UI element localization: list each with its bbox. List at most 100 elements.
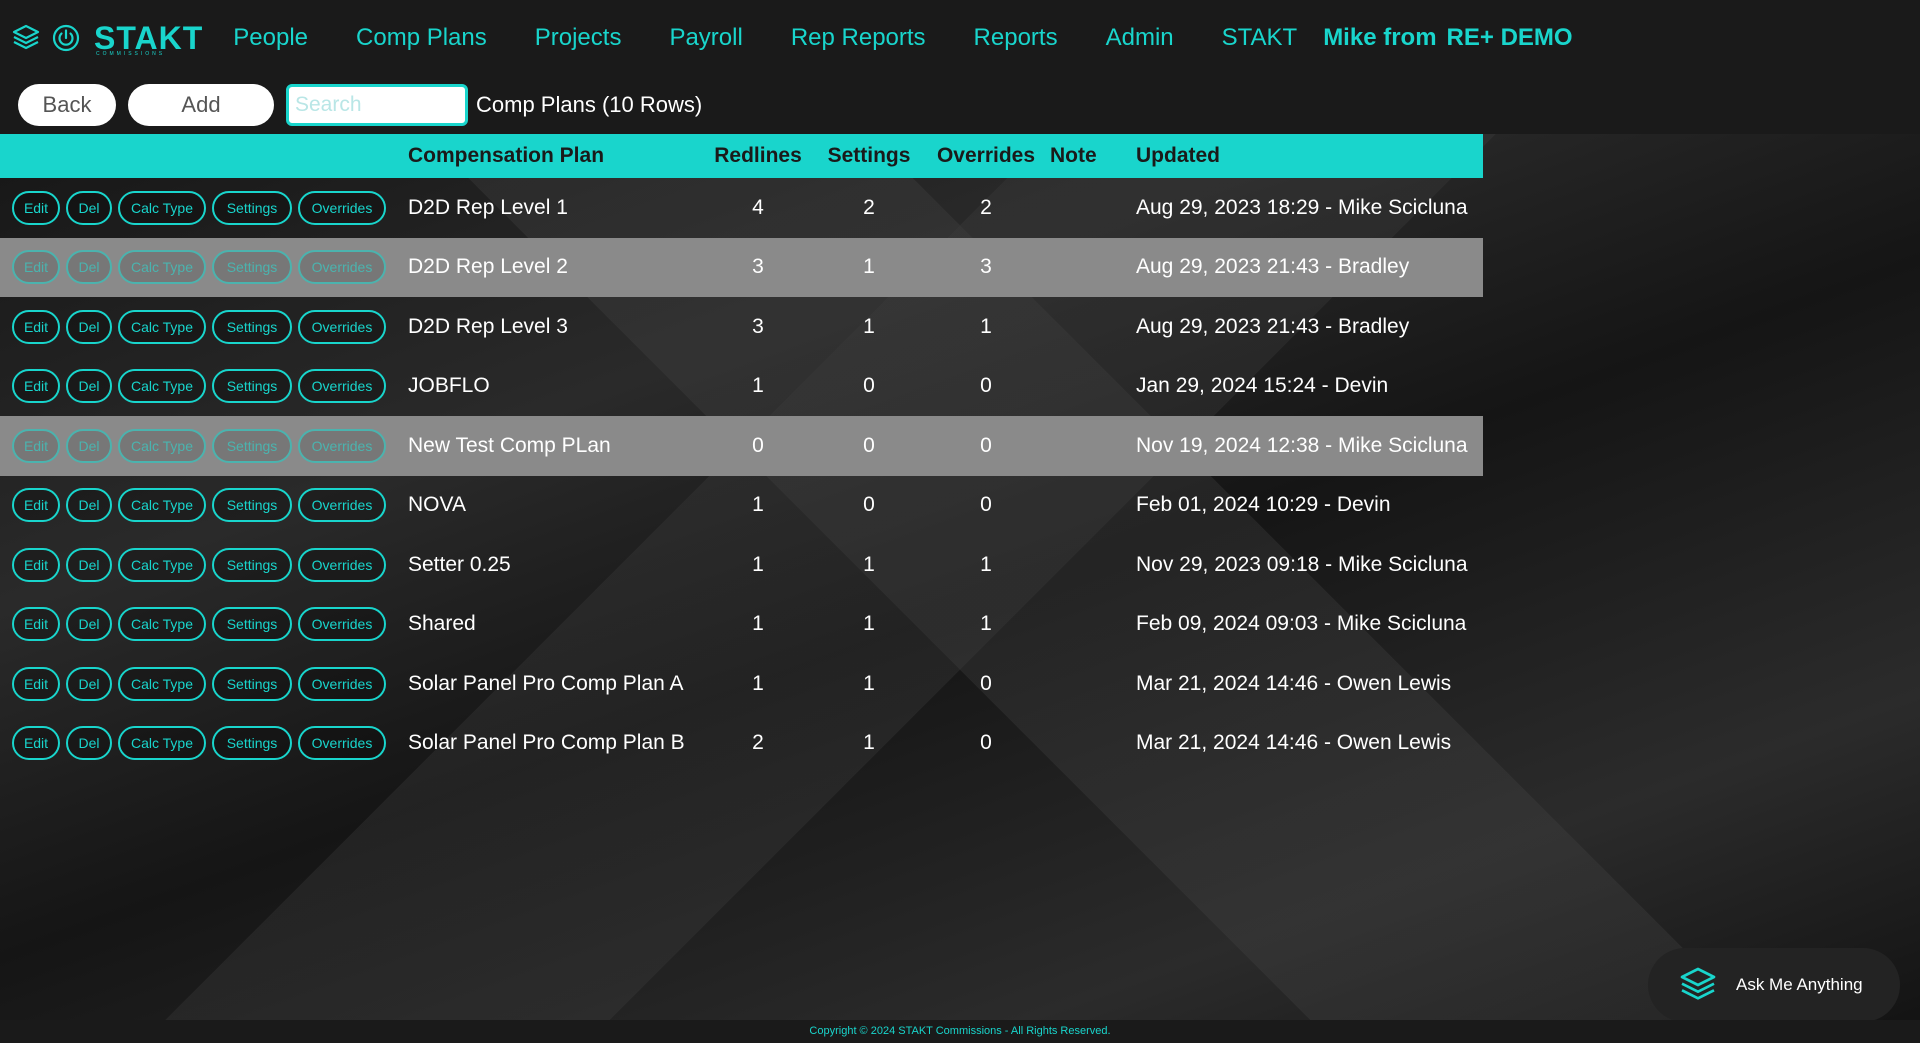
edit-button[interactable]: Edit xyxy=(12,726,60,761)
table-row[interactable]: Edit Del Calc Type Settings Overrides New Tes… xyxy=(0,416,1483,476)
delete-button[interactable]: Del xyxy=(66,607,112,642)
cell-redlines: 1 xyxy=(752,671,764,695)
add-button[interactable]: Add xyxy=(128,84,274,126)
calc-type-button[interactable]: Calc Type xyxy=(118,607,206,642)
calc-type-button[interactable]: Calc Type xyxy=(118,428,206,463)
table-row[interactable]: Edit Del Calc Type Settings Overrides NOVA 1 0 0… xyxy=(0,476,1483,536)
cell-updated: Nov 29, 2023 09:18 - Mike Scicluna xyxy=(1136,552,1468,576)
cell-settings: 0 xyxy=(863,433,875,457)
search-input[interactable] xyxy=(286,84,468,126)
delete-button[interactable]: Del xyxy=(66,726,112,761)
column-header-updated[interactable]: Updated xyxy=(1132,144,1483,168)
row-actions: Edit Del Calc Type Settings Overrides xyxy=(0,369,408,404)
cell-redlines: 2 xyxy=(752,731,764,755)
cell-updated: Nov 19, 2024 12:38 - Mike Scicluna xyxy=(1136,433,1468,457)
nav-people[interactable]: People xyxy=(233,24,308,52)
edit-button[interactable]: Edit xyxy=(12,607,60,642)
settings-button[interactable]: Settings xyxy=(212,190,292,225)
brand: STAKT COMMISSIONS xyxy=(10,0,233,76)
edit-button[interactable]: Edit xyxy=(12,250,60,285)
overrides-button[interactable]: Overrides xyxy=(298,190,386,225)
cell-updated: Aug 29, 2023 21:43 - Bradley xyxy=(1136,314,1410,338)
calc-type-button[interactable]: Calc Type xyxy=(118,726,206,761)
stack-layers-icon[interactable] xyxy=(10,22,42,54)
cell-plan: JOBFLO xyxy=(408,374,490,398)
calc-type-button[interactable]: Calc Type xyxy=(118,666,206,701)
calc-type-button[interactable]: Calc Type xyxy=(118,369,206,404)
delete-button[interactable]: Del xyxy=(66,190,112,225)
settings-button[interactable]: Settings xyxy=(212,607,292,642)
overrides-button[interactable]: Overrides xyxy=(298,607,386,642)
cell-plan: D2D Rep Level 1 xyxy=(408,195,568,219)
overrides-button[interactable]: Overrides xyxy=(298,250,386,285)
overrides-button[interactable]: Overrides xyxy=(298,428,386,463)
delete-button[interactable]: Del xyxy=(66,428,112,463)
edit-button[interactable]: Edit xyxy=(12,488,60,523)
table-row[interactable]: Edit Del Calc Type Settings Overrides JOBFLO 1… xyxy=(0,357,1483,417)
overrides-button[interactable]: Overrides xyxy=(298,547,386,582)
row-actions: Edit Del Calc Type Settings Overrides xyxy=(0,488,408,523)
column-header-redlines[interactable]: Redlines xyxy=(708,144,808,168)
delete-button[interactable]: Del xyxy=(66,250,112,285)
settings-button[interactable]: Settings xyxy=(212,488,292,523)
ask-me-anything-button[interactable]: Ask Me Anything xyxy=(1648,948,1900,1022)
delete-button[interactable]: Del xyxy=(66,547,112,582)
delete-button[interactable]: Del xyxy=(66,309,112,344)
calc-type-button[interactable]: Calc Type xyxy=(118,250,206,285)
edit-button[interactable]: Edit xyxy=(12,666,60,701)
comp-plans-table: Compensation Plan Redlines Settings Over… xyxy=(0,134,1483,773)
overrides-button[interactable]: Overrides xyxy=(298,488,386,523)
calc-type-button[interactable]: Calc Type xyxy=(118,190,206,225)
column-header-overrides[interactable]: Overrides xyxy=(930,144,1042,168)
calc-type-button[interactable]: Calc Type xyxy=(118,547,206,582)
table-row[interactable]: Edit Del Calc Type Settings Overrides D2D Rep… xyxy=(0,237,1483,297)
logo[interactable]: STAKT COMMISSIONS xyxy=(94,22,203,57)
table-row[interactable]: Edit Del Calc Type Settings Overrides Solar P… xyxy=(0,654,1483,714)
nav-stakt[interactable]: STAKT xyxy=(1222,24,1298,52)
settings-button[interactable]: Settings xyxy=(212,369,292,404)
settings-button[interactable]: Settings xyxy=(212,547,292,582)
power-icon[interactable] xyxy=(50,22,82,54)
settings-button[interactable]: Settings xyxy=(212,309,292,344)
column-header-plan[interactable]: Compensation Plan xyxy=(408,144,708,168)
nav-reports[interactable]: Reports xyxy=(974,24,1058,52)
nav-comp-plans[interactable]: Comp Plans xyxy=(356,24,487,52)
nav-payroll[interactable]: Payroll xyxy=(669,24,742,52)
calc-type-button[interactable]: Calc Type xyxy=(118,488,206,523)
column-header-settings[interactable]: Settings xyxy=(808,144,930,168)
edit-button[interactable]: Edit xyxy=(12,369,60,404)
user-menu[interactable]: Mike from RE+ DEMO xyxy=(1323,24,1582,52)
delete-button[interactable]: Del xyxy=(66,488,112,523)
nav-admin[interactable]: Admin xyxy=(1106,24,1174,52)
table-row[interactable]: Edit Del Calc Type Settings Overrides Solar P… xyxy=(0,714,1483,774)
back-button[interactable]: Back xyxy=(18,84,116,126)
column-header-note[interactable]: Note xyxy=(1042,144,1132,168)
overrides-button[interactable]: Overrides xyxy=(298,369,386,404)
settings-button[interactable]: Settings xyxy=(212,726,292,761)
cell-redlines: 0 xyxy=(752,433,764,457)
edit-button[interactable]: Edit xyxy=(12,547,60,582)
table-caption: Comp Plans (10 Rows) xyxy=(476,92,703,117)
overrides-button[interactable]: Overrides xyxy=(298,726,386,761)
settings-button[interactable]: Settings xyxy=(212,250,292,285)
table-row[interactable]: Edit Del Calc Type Settings Overrides Shared 1… xyxy=(0,595,1483,655)
settings-button[interactable]: Settings xyxy=(212,428,292,463)
overrides-button[interactable]: Overrides xyxy=(298,666,386,701)
cell-plan: NOVA xyxy=(408,493,466,517)
overrides-button[interactable]: Overrides xyxy=(298,309,386,344)
nav-projects[interactable]: Projects xyxy=(535,24,622,52)
calc-type-button[interactable]: Calc Type xyxy=(118,309,206,344)
settings-button[interactable]: Settings xyxy=(212,666,292,701)
delete-button[interactable]: Del xyxy=(66,369,112,404)
edit-button[interactable]: Edit xyxy=(12,190,60,225)
ask-label: Ask Me Anything xyxy=(1736,975,1863,994)
edit-button[interactable]: Edit xyxy=(12,309,60,344)
edit-button[interactable]: Edit xyxy=(12,428,60,463)
cell-redlines: 4 xyxy=(752,195,764,219)
cell-updated: Aug 29, 2023 18:29 - Mike Scicluna xyxy=(1136,195,1468,219)
table-row[interactable]: Edit Del Calc Type Settings Overrides D2D Rep… xyxy=(0,178,1483,238)
table-row[interactable]: Edit Del Calc Type Settings Overrides Setter … xyxy=(0,535,1483,595)
table-row[interactable]: Edit Del Calc Type Settings Overrides D2D Rep… xyxy=(0,297,1483,357)
delete-button[interactable]: Del xyxy=(66,666,112,701)
nav-rep-reports[interactable]: Rep Reports xyxy=(791,24,926,52)
